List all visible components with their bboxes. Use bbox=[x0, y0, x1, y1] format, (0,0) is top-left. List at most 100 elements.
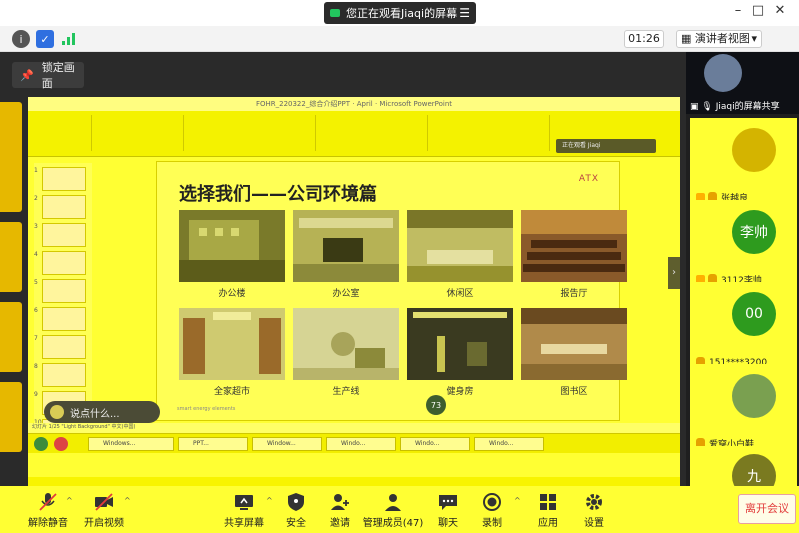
photo-caption: 图书区 bbox=[560, 387, 588, 397]
emoji-icon[interactable] bbox=[50, 405, 64, 419]
taskbar-item[interactable]: Windo... bbox=[326, 437, 396, 451]
taskbar-item[interactable]: Windo... bbox=[400, 437, 470, 451]
slide-title: 选择我们——公司环境篇 bbox=[179, 184, 377, 205]
thumb-number: 3 bbox=[34, 223, 38, 230]
photo-caption: 办公楼 bbox=[218, 289, 246, 299]
ribbon-group-clipboard[interactable] bbox=[32, 115, 92, 151]
participant-tile[interactable]: 九 bbox=[690, 446, 797, 486]
leave-meeting-button[interactable]: 离开会议 bbox=[738, 494, 796, 524]
photo-caption: 报告厅 bbox=[560, 289, 588, 299]
manage-members-button[interactable]: 管理成员(47) bbox=[362, 490, 424, 530]
participant-avatar bbox=[732, 374, 776, 418]
share-tile-label: ▣ 🎙 Jiaqi的屏幕共享 bbox=[690, 99, 780, 112]
left-edge-tab bbox=[0, 222, 22, 292]
collapse-panel-button[interactable]: › bbox=[668, 257, 680, 289]
powerpoint-window: FOHR_220322_综合介绍PPT · April · Microsoft … bbox=[28, 97, 680, 477]
supermarket-photo bbox=[179, 308, 285, 380]
taskbar-item[interactable]: Windo... bbox=[474, 437, 544, 451]
info-icon[interactable]: i bbox=[12, 30, 30, 48]
office-building-photo bbox=[179, 210, 285, 282]
thumb-number: 6 bbox=[34, 307, 38, 314]
viewing-notice: 正在观看 Jiaqi bbox=[556, 139, 656, 153]
invite-button[interactable]: 邀请 bbox=[312, 490, 368, 530]
record-label: 录制 bbox=[482, 518, 502, 529]
photo-caption: 生产线 bbox=[332, 387, 360, 397]
slide-thumbnail[interactable] bbox=[42, 307, 86, 331]
invite-label: 邀请 bbox=[330, 518, 350, 529]
ribbon-group-paragraph[interactable] bbox=[318, 115, 428, 151]
gym-photo bbox=[407, 308, 513, 380]
chat-input[interactable]: 说点什么... bbox=[44, 401, 160, 423]
stage-bottom-band bbox=[28, 477, 680, 486]
menu-icon[interactable]: ☰ bbox=[459, 6, 470, 20]
browser-icon[interactable] bbox=[54, 437, 68, 451]
share-notice-text: 您正在观看Jiaqi的屏幕 bbox=[346, 7, 458, 20]
current-slide: 选择我们——公司环境篇 ATX 办公楼 办公室 休闲区 报告厅 全家超市 生产线… bbox=[156, 161, 627, 421]
shield-icon[interactable]: ✓ bbox=[36, 30, 54, 48]
start-icon[interactable] bbox=[34, 437, 48, 451]
participant-tile[interactable]: 00 151****3200 bbox=[690, 282, 797, 374]
ppt-status-bar: 幻灯片 1/25 "Light Background" 中文(中国) bbox=[28, 423, 680, 433]
pin-icon: 📌 bbox=[20, 68, 34, 82]
video-off-icon bbox=[95, 493, 113, 511]
chevron-up-icon[interactable]: ^ bbox=[66, 496, 73, 505]
slide-thumbnail[interactable] bbox=[42, 251, 86, 275]
share-label: 共享屏幕 bbox=[224, 518, 264, 529]
chevron-up-icon[interactable]: ^ bbox=[124, 496, 131, 505]
apps-icon bbox=[540, 494, 556, 510]
left-edge-tab bbox=[0, 382, 22, 452]
screen-share-notice[interactable]: 您正在观看Jiaqi的屏幕 ☰ bbox=[324, 2, 476, 24]
lounge-photo bbox=[407, 210, 513, 282]
ribbon-group-slides[interactable] bbox=[94, 115, 184, 151]
signal-icon[interactable] bbox=[60, 30, 78, 48]
shield-icon bbox=[288, 493, 304, 511]
photo-caption: 全家超市 bbox=[213, 387, 250, 397]
settings-button[interactable]: 设置 bbox=[566, 490, 622, 530]
office-photo bbox=[293, 210, 399, 282]
slide-thumbnail[interactable] bbox=[42, 223, 86, 247]
slide-thumbnail[interactable] bbox=[42, 167, 86, 191]
thumb-number: 9 bbox=[34, 391, 38, 398]
title-bar: 您正在观看Jiaqi的屏幕 ☰ – □ ✕ bbox=[0, 0, 799, 26]
thumb-number: 7 bbox=[34, 335, 38, 342]
slide-thumbnail[interactable] bbox=[42, 363, 86, 387]
participant-tile[interactable]: 张越良 bbox=[690, 118, 797, 210]
participant-tile[interactable]: 爱穿小白鞋 bbox=[690, 364, 797, 456]
taskbar-item[interactable]: Window... bbox=[252, 437, 322, 451]
lock-screen-button[interactable]: 📌 锁定画面 bbox=[12, 61, 84, 90]
thumb-number: 1 bbox=[34, 167, 38, 174]
ribbon-group-font[interactable] bbox=[186, 115, 316, 151]
taskbar-item[interactable]: Windows... bbox=[88, 437, 174, 451]
thumb-number: 4 bbox=[34, 251, 38, 258]
windows-taskbar: Windows... PPT... Window... Windo... Win… bbox=[28, 433, 680, 453]
participant-tile[interactable]: 李帅 3112李帅 bbox=[690, 200, 797, 292]
speaker-view-button[interactable]: ▦ 演讲者视图 ▾ bbox=[676, 30, 762, 48]
thumb-number: 2 bbox=[34, 195, 38, 202]
chat-placeholder: 说点什么... bbox=[70, 408, 120, 420]
gear-icon bbox=[586, 494, 602, 510]
record-button[interactable]: 录制 bbox=[464, 490, 520, 530]
share-label-text: Jiaqi的屏幕共享 bbox=[715, 102, 780, 112]
taskbar-item[interactable]: PPT... bbox=[178, 437, 248, 451]
minimize-button[interactable]: – bbox=[728, 3, 748, 18]
ribbon-group-drawing[interactable] bbox=[430, 115, 550, 151]
record-icon bbox=[483, 493, 501, 511]
photo-caption: 休闲区 bbox=[446, 289, 474, 299]
unmute-label: 解除静音 bbox=[28, 518, 68, 529]
ppt-window-title: FOHR_220322_综合介绍PPT · April · Microsoft … bbox=[28, 97, 680, 111]
screen-share-tile[interactable]: ▣ 🎙 Jiaqi的屏幕共享 bbox=[686, 52, 799, 114]
slide-thumbnail[interactable] bbox=[42, 335, 86, 359]
shared-screen: 📌 锁定画面 FOHR_220322_综合介绍PPT · April · Mic… bbox=[0, 52, 686, 486]
sharer-avatar bbox=[704, 54, 742, 92]
lock-label: 锁定画面 bbox=[41, 61, 75, 90]
share-screen-button[interactable]: 共享屏幕 bbox=[216, 490, 272, 530]
settings-label: 设置 bbox=[584, 518, 604, 529]
auditorium-photo bbox=[521, 210, 627, 282]
slide-thumbnail[interactable] bbox=[42, 195, 86, 219]
chat-icon bbox=[439, 495, 457, 510]
close-button[interactable]: ✕ bbox=[770, 3, 790, 18]
members-label: 管理成员(47) bbox=[362, 518, 424, 529]
mic-icon: 🎙 bbox=[701, 102, 713, 112]
slide-thumbnail[interactable] bbox=[42, 279, 86, 303]
maximize-button[interactable]: □ bbox=[748, 3, 768, 18]
